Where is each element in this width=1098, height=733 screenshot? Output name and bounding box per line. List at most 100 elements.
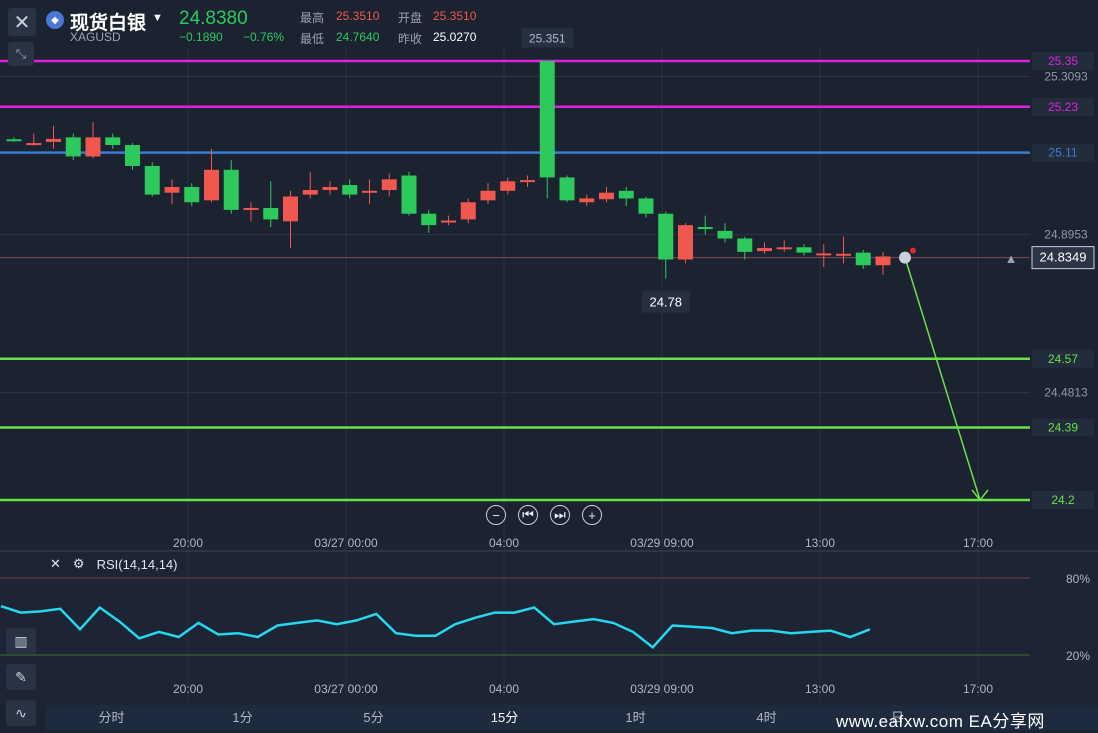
candles-icon: ▥ (14, 632, 28, 649)
candle-body (243, 207, 259, 210)
tab-15m[interactable]: 15分 (439, 705, 570, 731)
arrow-anchor-handle (899, 251, 911, 264)
candle-body (480, 190, 496, 201)
rsi-x-tick-label: 03/27 00:00 (314, 682, 378, 696)
candle-body (460, 202, 476, 220)
candle-body (46, 138, 61, 142)
level-label: 25.23 (1048, 100, 1078, 114)
arrow-anchor-dot (910, 247, 916, 254)
settings-icon[interactable]: ⚙ (73, 556, 85, 572)
candle-body (875, 256, 891, 266)
candle-body (520, 180, 535, 183)
pencil-icon: ✎ (15, 668, 27, 685)
candle-body (263, 207, 279, 220)
candle-body (302, 190, 318, 195)
candle-body (283, 196, 298, 222)
candle-body (223, 169, 239, 210)
candle-body (638, 198, 654, 214)
close-icon: ✕ (13, 11, 31, 34)
candle-body (579, 198, 595, 203)
rsi-x-tick-label: 04:00 (489, 682, 519, 696)
candle-body (441, 220, 456, 223)
y-tick-label: 24.4813 (1044, 386, 1088, 400)
x-tick-label: 03/29 09:00 (630, 536, 694, 550)
candle-body (421, 213, 437, 226)
rsi-tick-label: 80% (1066, 572, 1090, 586)
candle-body (717, 230, 733, 239)
draw-tool-button[interactable]: ✎ (6, 664, 36, 690)
low-label: 最低 (300, 32, 325, 46)
y-tick-label: 25.3093 (1044, 70, 1088, 84)
candle-tool-button[interactable]: ▥ (6, 628, 36, 654)
candle-body (164, 186, 180, 193)
candle-body (362, 190, 377, 193)
candle-body (559, 177, 575, 201)
tab-1h[interactable]: 1时 (570, 705, 701, 731)
chevron-down-icon[interactable]: ▼ (152, 12, 163, 24)
candle-body (618, 190, 634, 199)
candle-body (401, 175, 417, 214)
tab-timeshare[interactable]: 分时 (46, 705, 177, 731)
instrument-symbol: XAGUSD (70, 30, 121, 44)
prev-close-value: 25.0270 (433, 30, 477, 44)
candle-body (737, 238, 753, 252)
high-label: 最高 (300, 11, 325, 25)
open-label: 开盘 (398, 11, 423, 25)
x-tick-label: 20:00 (173, 536, 203, 550)
close-indicator-icon[interactable]: ✕ (50, 556, 61, 572)
instrument-header: ✕ ◆ 现货白银 ▼ XAGUSD 24.8380 −0.1890 −0.76%… (0, 0, 1098, 48)
zoom-out-button[interactable]: − (486, 505, 506, 525)
minus-icon: − (492, 507, 500, 523)
rsi-x-tick-label: 20:00 (173, 682, 203, 696)
tab-5m[interactable]: 5分 (308, 705, 439, 731)
last-price: 24.8380 (179, 8, 248, 29)
skip-back-icon: ⏮ (522, 507, 534, 522)
price-change-pct: −0.76% (243, 30, 285, 44)
candle-body (381, 179, 397, 191)
rsi-label: RSI(14,14,14) (96, 556, 178, 572)
plus-icon: + (588, 507, 596, 523)
silver-logo-icon: ◆ (46, 11, 64, 29)
tab-1m[interactable]: 1分 (177, 705, 308, 731)
candle-body (342, 185, 358, 195)
step-forward-button[interactable]: ⏭ (550, 505, 570, 525)
bell-icon[interactable]: ▲ (1002, 249, 1020, 267)
prev-close-label: 昨收 (398, 32, 423, 46)
candle-body (678, 225, 693, 260)
zoom-controls: − ⏮ ⏭ + (486, 505, 602, 525)
x-tick-label: 03/27 00:00 (314, 536, 378, 550)
price-change: −0.1890 (179, 30, 223, 44)
rsi-x-tick-label: 17:00 (963, 682, 993, 696)
collapse-button[interactable]: ⤡ (8, 42, 34, 66)
level-label: 24.2 (1051, 493, 1075, 507)
high-value: 25.3510 (336, 9, 380, 23)
candle-body (599, 192, 614, 200)
skip-forward-icon: ⏭ (554, 507, 566, 522)
zoom-in-button[interactable]: + (582, 505, 602, 525)
chart-canvas[interactable]: 20:00 20:00 03/27 00:00 03/27 00:00 04:00 04:… (0, 0, 1098, 733)
tab-4h[interactable]: 4时 (701, 705, 832, 731)
collapse-icon: ⤡ (15, 46, 27, 61)
candle-body (836, 253, 851, 256)
candle-body (816, 253, 832, 256)
candle-body (144, 165, 160, 195)
close-button[interactable]: ✕ (8, 8, 36, 36)
candle-body (184, 186, 200, 203)
candle-body (658, 213, 674, 260)
candle-body (105, 137, 121, 145)
candle-body (855, 252, 871, 266)
current-price-label: 24.8349 (1040, 250, 1087, 265)
indicator-tool-button[interactable]: ∿ (6, 700, 36, 726)
rsi-header: ✕ ⚙ RSI(14,14,14) (50, 556, 178, 572)
rsi-x-tick-label: 13:00 (805, 682, 835, 696)
level-label: 25.11 (1048, 146, 1077, 160)
candle-body (322, 186, 338, 191)
candle-body (65, 137, 81, 157)
candle-body (539, 61, 555, 178)
level-label: 24.39 (1048, 420, 1078, 434)
candle-body (757, 248, 772, 252)
candle-body (697, 227, 713, 230)
candle-body (500, 181, 516, 191)
candle-body (85, 137, 101, 157)
step-back-button[interactable]: ⏮ (518, 505, 538, 525)
